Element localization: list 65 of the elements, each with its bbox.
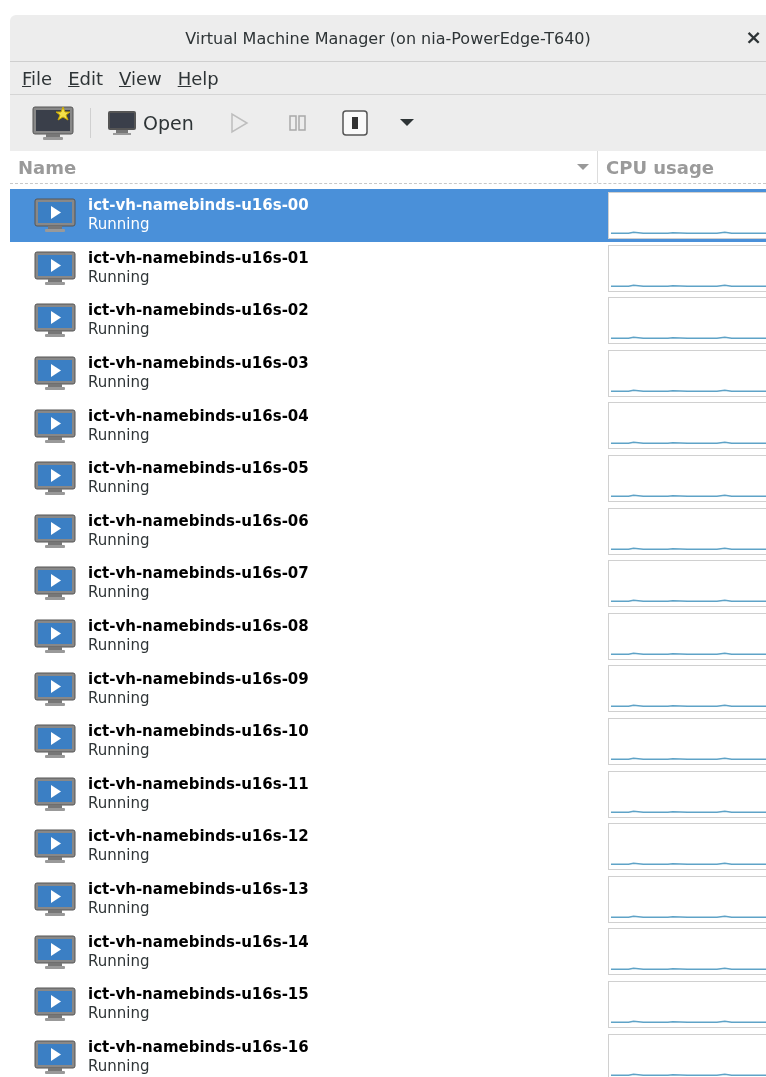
vm-monitor-icon xyxy=(34,356,76,391)
vm-status: Running xyxy=(88,425,151,445)
vm-name: ict-vh-namebinds-u16s-06 xyxy=(88,511,309,531)
vm-monitor-icon xyxy=(34,934,76,969)
vm-monitor-icon xyxy=(34,987,76,1022)
vm-monitor-icon xyxy=(34,198,76,233)
vm-monitor-icon xyxy=(34,724,76,759)
vm-status: Running xyxy=(88,583,151,603)
vm-monitor-icon xyxy=(34,882,76,916)
vm-status: Running xyxy=(88,1056,151,1076)
vm-name: ict-vh-namebinds-u16s-10 xyxy=(88,722,309,742)
vm-name: ict-vh-namebinds-u16s-11 xyxy=(88,774,309,794)
vm-status: Running xyxy=(88,846,151,866)
vm-monitor-icon xyxy=(34,303,76,338)
vm-name: ict-vh-namebinds-u16s-00 xyxy=(88,196,309,216)
vm-status: Running xyxy=(88,267,151,287)
sort-arrow-icon xyxy=(577,163,589,171)
window-title: Virtual Machine Manager (on nia-PowerEdge-T640) xyxy=(185,28,591,48)
vm-status: Running xyxy=(88,688,151,708)
vm-monitor-icon xyxy=(34,408,76,443)
vm-name: ict-vh-namebinds-u16s-15 xyxy=(88,985,309,1005)
vm-name: ict-vh-namebinds-u16s-13 xyxy=(88,880,309,899)
vm-monitor-icon xyxy=(34,671,76,706)
vm-name: ict-vh-namebinds-u16s-05 xyxy=(88,459,309,479)
vm-monitor-icon xyxy=(34,566,76,601)
vm-status: Running xyxy=(88,530,151,550)
vm-name: ict-vh-namebinds-u16s-04 xyxy=(88,406,309,426)
vm-monitor-icon xyxy=(34,513,76,548)
dropdown-arrow-icon xyxy=(399,119,414,127)
vm-name: ict-vh-namebinds-u16s-07 xyxy=(88,564,309,584)
vm-monitor-icon xyxy=(34,461,76,496)
column-title: Name xyxy=(18,156,77,178)
vm-name: ict-vh-namebinds-u16s-01 xyxy=(88,248,309,268)
vm-status: Running xyxy=(88,1004,151,1024)
pause-icon xyxy=(287,113,308,133)
vm-status: Running xyxy=(88,215,151,235)
vm-status: Running xyxy=(88,951,151,971)
vm-status: Running xyxy=(88,320,151,340)
vm-status: Running xyxy=(88,793,151,813)
vm-monitor-icon xyxy=(34,250,76,285)
vm-name: ict-vh-namebinds-u16s-14 xyxy=(88,932,309,952)
vm-monitor-icon xyxy=(34,1039,76,1074)
close-button[interactable]: × xyxy=(741,27,766,47)
vm-status: Running xyxy=(88,478,151,498)
vm-status: Running xyxy=(88,741,151,761)
monitor-icon xyxy=(107,110,137,136)
vm-status: Running xyxy=(88,373,151,393)
power-switch-icon xyxy=(341,110,368,136)
vm-monitor-icon xyxy=(34,776,76,811)
vm-name: ict-vh-namebinds-u16s-03 xyxy=(88,354,309,374)
vm-name: ict-vh-namebinds-u16s-02 xyxy=(88,301,309,321)
menu-item[interactable]: File xyxy=(14,67,61,89)
vm-name: ict-vh-namebinds-u16s-12 xyxy=(88,827,309,847)
vm-monitor-icon xyxy=(34,829,76,864)
menu-item[interactable]: View xyxy=(111,67,170,89)
menu-item[interactable]: Edit xyxy=(60,67,111,89)
vm-status: Running xyxy=(88,636,151,656)
new-vm-icon xyxy=(32,106,74,140)
vm-status: Running xyxy=(88,899,151,918)
vm-name: ict-vh-namebinds-u16s-16 xyxy=(88,1037,309,1057)
vm-name: ict-vh-namebinds-u16s-08 xyxy=(88,617,309,637)
vm-monitor-icon xyxy=(34,619,76,654)
menu-item[interactable]: Help xyxy=(169,67,227,89)
open-button[interactable]: Open xyxy=(99,106,202,140)
vm-name: ict-vh-namebinds-u16s-09 xyxy=(88,669,309,689)
